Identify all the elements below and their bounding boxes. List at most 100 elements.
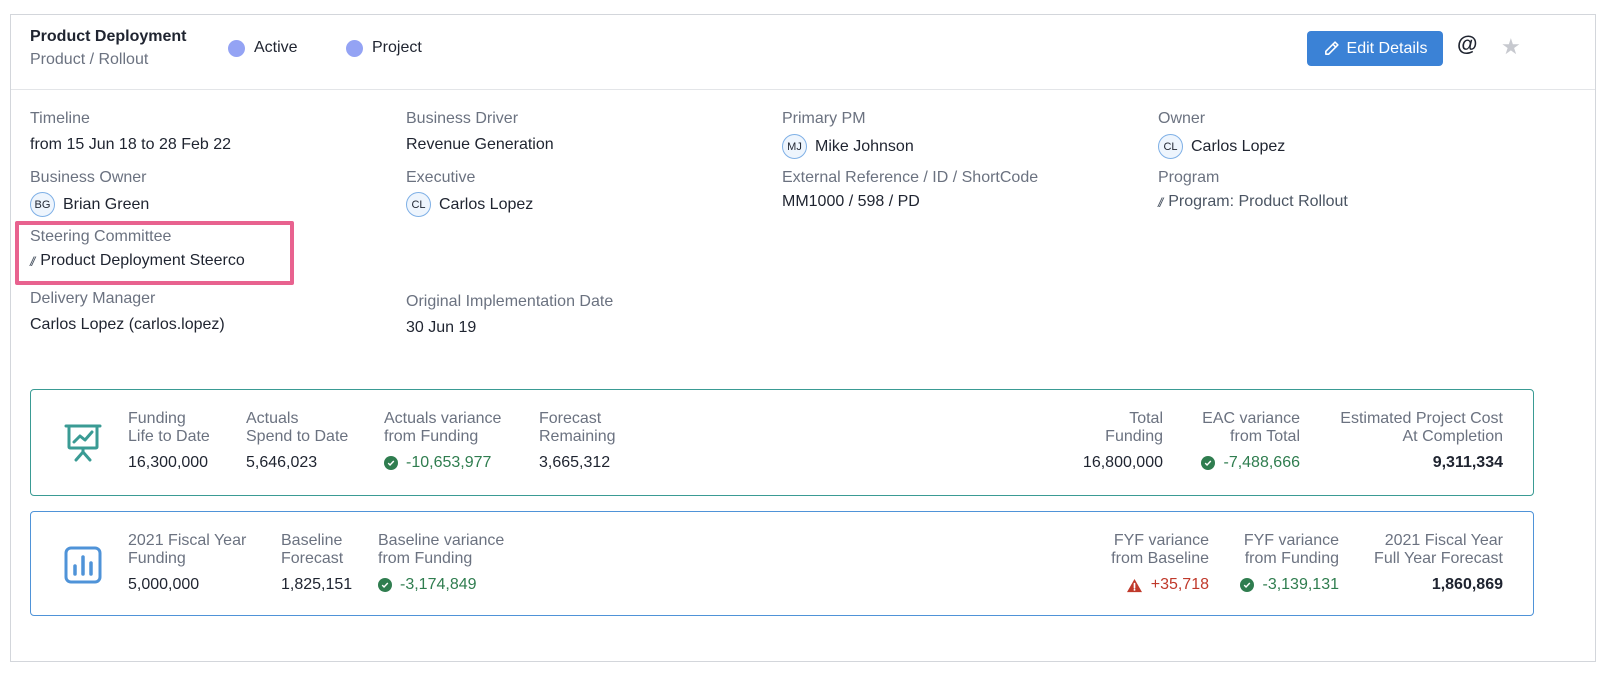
executive-value[interactable]: CL Carlos Lopez bbox=[406, 192, 533, 217]
actuals-spend-to-date: Actuals Spend to Date 5,646,023 bbox=[246, 410, 348, 472]
metric-value-text: -3,174,849 bbox=[400, 576, 477, 593]
actuals-variance-from-funding: Actuals variance from Funding -10,653,97… bbox=[384, 410, 501, 472]
funding-life-to-date: Funding Life to Date 16,300,000 bbox=[128, 410, 210, 472]
fyf-variance-from-baseline: FYF variance from Baseline +35,718 bbox=[1111, 532, 1209, 594]
edit-details-label: Edit Details bbox=[1346, 39, 1428, 57]
business-driver-field: Business Driver Revenue Generation bbox=[406, 110, 554, 154]
metric-label: Baseline bbox=[281, 532, 343, 549]
status-tag-active[interactable]: Active bbox=[228, 39, 298, 57]
fiscal-year-metrics-panel: 2021 Fiscal Year Funding 5,000,000 Basel… bbox=[30, 511, 1534, 616]
delivery-manager-label: Delivery Manager bbox=[30, 290, 156, 307]
owner-field: Owner CL Carlos Lopez bbox=[1158, 110, 1285, 159]
metric-value: 16,300,000 bbox=[128, 454, 209, 471]
timeline-field: Timeline from 15 Jun 18 to 28 Feb 22 bbox=[30, 110, 231, 154]
timeline-value: from 15 Jun 18 to 28 Feb 22 bbox=[30, 136, 232, 153]
fiscal-year-full-year-forecast: 2021 Fiscal Year Full Year Forecast 1,86… bbox=[1374, 532, 1503, 594]
program-label: Program bbox=[1158, 169, 1220, 186]
metric-label: EAC variance bbox=[1202, 410, 1300, 427]
business-driver-label: Business Driver bbox=[406, 110, 519, 127]
check-circle-icon bbox=[1201, 456, 1216, 470]
mention-icon[interactable]: @ bbox=[1457, 33, 1477, 57]
project-title: Product Deployment bbox=[30, 28, 187, 45]
delivery-manager-value: Carlos Lopez (carlos.lopez) bbox=[30, 316, 225, 333]
avatar: CL bbox=[1158, 134, 1183, 159]
metric-label: from Total bbox=[1230, 428, 1300, 445]
metric-value: 16,800,000 bbox=[1082, 454, 1163, 471]
type-tag-project[interactable]: Project bbox=[346, 39, 422, 57]
metric-label: FYF variance bbox=[1243, 532, 1339, 549]
metric-label: from Funding bbox=[378, 550, 473, 567]
metric-label: Estimated Project Cost bbox=[1340, 410, 1503, 427]
edit-details-button[interactable]: Edit Details bbox=[1307, 31, 1443, 66]
owner-label: Owner bbox=[1158, 110, 1206, 127]
highlight-box bbox=[15, 221, 294, 285]
star-icon[interactable]: ★ bbox=[1501, 34, 1521, 60]
metric-value-text: -3,139,131 bbox=[1262, 576, 1339, 593]
metric-label: Life to Date bbox=[128, 428, 210, 445]
avatar: BG bbox=[30, 192, 55, 217]
primary-pm-name: Mike Johnson bbox=[815, 137, 914, 155]
metric-value: -10,653,977 bbox=[384, 454, 501, 472]
metric-label: Spend to Date bbox=[246, 428, 349, 445]
baseline-forecast: Baseline Forecast 1,825,151 bbox=[281, 532, 352, 594]
metric-label: from Funding bbox=[384, 428, 479, 445]
executive-field: Executive CL Carlos Lopez bbox=[406, 169, 533, 217]
metric-label: Remaining bbox=[539, 428, 616, 445]
funding-metrics-panel: Funding Life to Date 16,300,000 Actuals … bbox=[30, 389, 1534, 496]
metric-label: Actuals bbox=[246, 410, 299, 427]
metric-value-text: -10,653,977 bbox=[406, 454, 492, 471]
metric-label: Funding bbox=[128, 550, 186, 567]
check-circle-icon bbox=[1240, 578, 1255, 592]
estimated-project-cost-at-completion: Estimated Project Cost At Completion 9,3… bbox=[1340, 410, 1503, 472]
metric-label: 2021 Fiscal Year bbox=[128, 532, 247, 549]
pencil-icon bbox=[1324, 41, 1339, 55]
metric-value-text: -7,488,666 bbox=[1223, 454, 1300, 471]
avatar: CL bbox=[406, 192, 431, 217]
executive-label: Executive bbox=[406, 169, 476, 186]
metric-label: from Funding bbox=[1244, 550, 1339, 567]
metric-label: Baseline variance bbox=[378, 532, 505, 549]
forecast-remaining: Forecast Remaining 3,665,312 bbox=[539, 410, 615, 472]
metric-label: Funding bbox=[128, 410, 186, 427]
metric-label: Forecast bbox=[281, 550, 344, 567]
executive-name: Carlos Lopez bbox=[439, 195, 534, 213]
type-tag-label: Project bbox=[372, 39, 422, 56]
owner-value[interactable]: CL Carlos Lopez bbox=[1158, 134, 1285, 159]
program-field: Program // Program: Product Rollout bbox=[1158, 169, 1348, 211]
metric-value-text: +35,718 bbox=[1150, 576, 1209, 593]
eac-variance-from-total: EAC variance from Total -7,488,666 bbox=[1201, 410, 1300, 472]
metric-label: Full Year Forecast bbox=[1374, 550, 1503, 567]
program-name: Program: Product Rollout bbox=[1168, 193, 1348, 210]
check-circle-icon bbox=[378, 578, 392, 592]
metric-value: 5,646,023 bbox=[246, 454, 318, 471]
metric-label: 2021 Fiscal Year bbox=[1384, 532, 1503, 549]
metric-label: from Baseline bbox=[1111, 550, 1209, 567]
metric-label: Total bbox=[1129, 410, 1163, 427]
check-circle-icon bbox=[384, 456, 398, 470]
metric-value: 1,825,151 bbox=[281, 576, 353, 593]
business-owner-label: Business Owner bbox=[30, 169, 147, 186]
total-funding: Total Funding 16,800,000 bbox=[1083, 410, 1163, 472]
primary-pm-value[interactable]: MJ Mike Johnson bbox=[782, 134, 914, 159]
metric-value: +35,718 bbox=[1111, 576, 1209, 594]
timeline-label: Timeline bbox=[30, 110, 90, 127]
metric-label: FYF variance bbox=[1113, 532, 1209, 549]
metric-label: At Completion bbox=[1402, 428, 1504, 445]
original-implementation-date-label: Original Implementation Date bbox=[406, 293, 614, 310]
metric-value: 3,665,312 bbox=[539, 454, 611, 471]
presentation-chart-icon bbox=[64, 424, 102, 462]
link-slashes-icon: // bbox=[1158, 194, 1163, 210]
primary-pm-field: Primary PM MJ Mike Johnson bbox=[782, 110, 914, 159]
program-value[interactable]: // Program: Product Rollout bbox=[1158, 193, 1348, 211]
metric-value: -3,139,131 bbox=[1240, 576, 1339, 594]
type-dot-icon bbox=[346, 39, 363, 57]
external-reference-label: External Reference / ID / ShortCode bbox=[782, 169, 1039, 186]
business-owner-field: Business Owner BG Brian Green bbox=[30, 169, 149, 217]
project-detail-card: Product Deployment Product / Rollout Act… bbox=[10, 14, 1596, 662]
business-owner-value[interactable]: BG Brian Green bbox=[30, 192, 149, 217]
project-breadcrumb: Product / Rollout bbox=[30, 51, 149, 68]
bar-chart-icon bbox=[64, 546, 102, 584]
status-dot-icon bbox=[228, 39, 245, 57]
baseline-variance-from-funding: Baseline variance from Funding -3,174,84… bbox=[378, 532, 504, 594]
primary-pm-label: Primary PM bbox=[782, 110, 866, 127]
